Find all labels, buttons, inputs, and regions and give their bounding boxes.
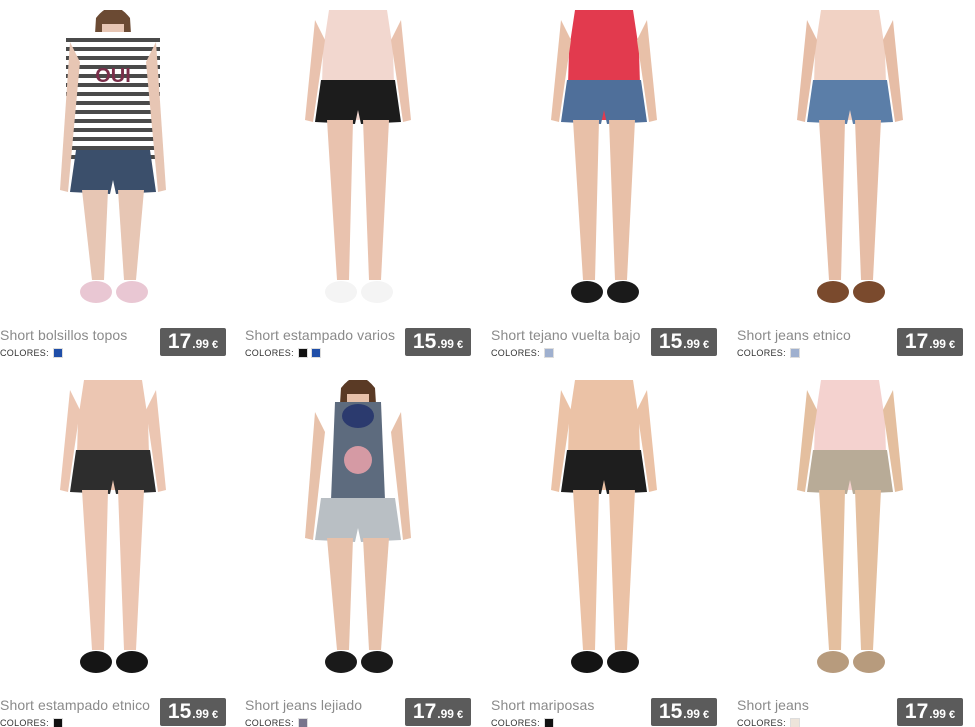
colores-label: COLORES:	[0, 718, 49, 727]
product-name-link[interactable]: Short jeans lejiado	[245, 697, 362, 713]
price-badge: 17.99 €	[160, 328, 226, 356]
product-image[interactable]	[0, 380, 226, 685]
price-dec: .99	[437, 707, 454, 721]
product-card[interactable]: Short tejano vuelta bajo COLORES: 15.99 €	[491, 10, 717, 359]
price-dec: .99	[929, 337, 946, 351]
colores-label: COLORES:	[737, 348, 786, 358]
color-swatch[interactable]	[52, 348, 63, 358]
product-card[interactable]: Short mariposas COLORES: 15.99 €	[491, 380, 717, 727]
product-image[interactable]	[737, 10, 963, 315]
product-name-link[interactable]: Short bolsillos topos	[0, 327, 127, 343]
product-card[interactable]: Short estampado varios COLORES: 15.99 €	[245, 10, 471, 359]
product-card[interactable]: Short jeans etnico COLORES: 17.99 €	[737, 10, 963, 359]
color-options: COLORES:	[737, 717, 803, 727]
colores-label: COLORES:	[0, 348, 49, 358]
price-cur: €	[456, 339, 464, 351]
product-name-link[interactable]: Short estampado etnico	[0, 697, 150, 713]
price-cur: €	[211, 339, 219, 351]
product-name-link[interactable]: Short estampado varios	[245, 327, 395, 343]
price-int: 17	[412, 700, 437, 723]
color-swatch[interactable]	[52, 718, 63, 727]
price-dec: .99	[437, 337, 454, 351]
price-cur: €	[948, 339, 956, 351]
svg-text:OUI: OUI	[95, 65, 131, 87]
color-swatch[interactable]	[297, 718, 308, 727]
color-options: COLORES:	[0, 347, 66, 359]
price-badge: 17.99 €	[897, 328, 963, 356]
colores-label: COLORES:	[737, 718, 786, 727]
price-badge: 15.99 €	[405, 328, 471, 356]
color-options: COLORES:	[245, 347, 324, 359]
price-badge: 17.99 €	[405, 698, 471, 726]
price-dec: .99	[683, 337, 700, 351]
price-badge: 17.99 €	[897, 698, 963, 726]
price-int: 15	[412, 330, 437, 353]
color-options: COLORES:	[0, 717, 66, 727]
price-int: 17	[167, 330, 192, 353]
color-options: COLORES:	[737, 347, 803, 359]
color-options: COLORES:	[245, 717, 311, 727]
color-swatch[interactable]	[543, 348, 554, 358]
product-image[interactable]: OUI	[0, 10, 226, 315]
product-card[interactable]: Short estampado etnico COLORES: 15.99 €	[0, 380, 226, 727]
price-int: 17	[904, 700, 929, 723]
price-cur: €	[456, 709, 464, 721]
product-image[interactable]	[491, 10, 717, 315]
price-badge: 15.99 €	[651, 328, 717, 356]
product-image[interactable]	[737, 380, 963, 685]
price-int: 15	[658, 330, 683, 353]
price-badge: 15.99 €	[160, 698, 226, 726]
colores-label: COLORES:	[245, 718, 294, 727]
price-dec: .99	[192, 707, 209, 721]
colores-label: COLORES:	[491, 348, 540, 358]
product-card[interactable]: Short jeans COLORES: 17.99 €	[737, 380, 963, 727]
product-image[interactable]	[245, 380, 471, 685]
price-cur: €	[948, 709, 956, 721]
price-int: 15	[658, 700, 683, 723]
product-card[interactable]: Short jeans lejiado COLORES: 17.99 €	[245, 380, 471, 727]
price-dec: .99	[683, 707, 700, 721]
product-image[interactable]	[245, 10, 471, 315]
color-swatch[interactable]	[297, 348, 308, 358]
price-cur: €	[211, 709, 219, 721]
price-int: 17	[904, 330, 929, 353]
color-swatch[interactable]	[789, 348, 800, 358]
product-image[interactable]	[491, 380, 717, 685]
price-dec: .99	[192, 337, 209, 351]
product-name-link[interactable]: Short mariposas	[491, 697, 594, 713]
product-name-link[interactable]: Short jeans etnico	[737, 327, 851, 343]
color-swatch[interactable]	[543, 718, 554, 727]
price-cur: €	[702, 339, 710, 351]
color-options: COLORES:	[491, 347, 557, 359]
product-grid: OUI Short bolsillos topos COLORES: 17.99 € …	[0, 0, 975, 727]
color-swatch[interactable]	[310, 348, 321, 358]
price-dec: .99	[929, 707, 946, 721]
product-card[interactable]: OUI Short bolsillos topos COLORES: 17.99 €	[0, 10, 226, 359]
price-badge: 15.99 €	[651, 698, 717, 726]
colores-label: COLORES:	[245, 348, 294, 358]
price-int: 15	[167, 700, 192, 723]
color-swatch[interactable]	[789, 718, 800, 727]
product-name-link[interactable]: Short jeans	[737, 697, 809, 713]
product-name-link[interactable]: Short tejano vuelta bajo	[491, 327, 641, 343]
color-options: COLORES:	[491, 717, 557, 727]
price-cur: €	[702, 709, 710, 721]
colores-label: COLORES:	[491, 718, 540, 727]
